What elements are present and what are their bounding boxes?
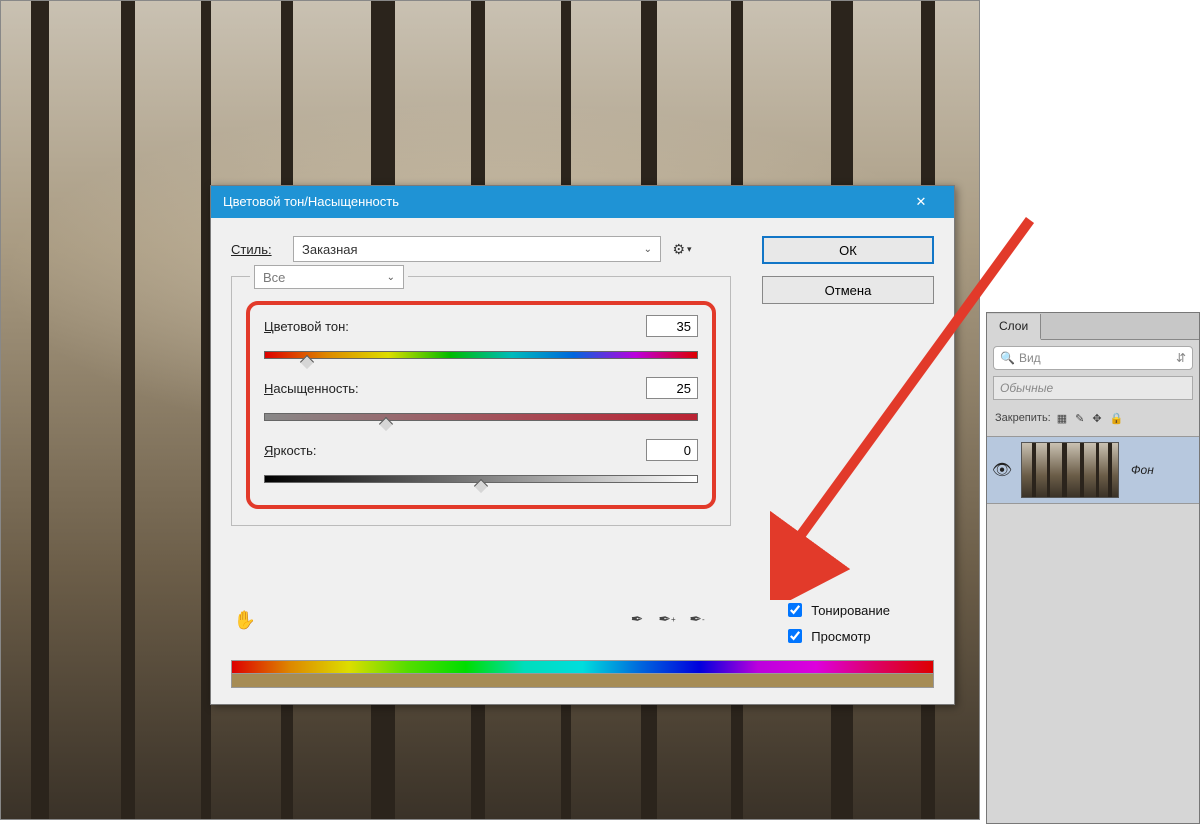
lock-position-icon[interactable]: ✥ [1092,412,1101,425]
search-icon: 🔍 [1000,351,1015,365]
close-button[interactable]: ✕ [900,186,942,218]
layers-panel-tabs: Слои [987,313,1199,340]
layers-tab[interactable]: Слои [987,314,1041,340]
saturation-label: Насыщенность: [264,381,359,396]
eye-icon: 👁 [992,462,1012,479]
dialog-body: Стиль: Заказная ⌄ ⚙▾ ОК Отмена Все ⌄ [211,218,954,704]
lightness-label: Яркость: [264,443,317,458]
preset-label: Стиль: [231,242,281,257]
sliders-fieldset: Все ⌄ ЦЦветовой тон:ветовой тон: [231,276,731,526]
saturation-track [264,413,698,421]
saturation-slider[interactable] [264,407,698,425]
targeted-adjustment-tool[interactable]: ✋ [231,606,259,634]
edit-channel-select[interactable]: Все ⌄ [254,265,404,289]
hand-icon: ✋ [234,610,256,631]
search-placeholder: Вид [1019,351,1172,365]
highlighted-region: ЦЦветовой тон:ветовой тон: Насыщенность: [246,301,716,509]
colorize-label: Тонирование [811,603,890,618]
lightness-input[interactable] [646,439,698,461]
preset-value: Заказная [302,242,358,257]
hue-slider-row: ЦЦветовой тон:ветовой тон: [264,315,698,363]
lock-transparency-icon[interactable]: ▦ [1057,412,1067,425]
lock-row: Закрепить: ▦ ✎ ✥ 🔒 [993,406,1193,430]
saturation-input[interactable] [646,377,698,399]
preview-label: Просмотр [811,629,870,644]
dialog-titlebar[interactable]: Цветовой тон/Насыщенность ✕ [211,186,954,218]
preset-select[interactable]: Заказная ⌄ [293,236,661,262]
lightness-slider-row: Яркость: [264,439,698,487]
layer-row[interactable]: 👁 Фон [987,436,1199,504]
lightness-slider[interactable] [264,469,698,487]
blend-mode-select[interactable]: Обычные [993,376,1193,400]
close-icon: ✕ [916,186,927,218]
input-spectrum-bar [231,660,934,674]
edit-channel-value: Все [263,270,285,285]
ok-button[interactable]: ОК [762,236,934,264]
hue-saturation-dialog: Цветовой тон/Насыщенность ✕ Стиль: Заказ… [210,185,955,705]
layers-panel: Слои 🔍 Вид ⇵ Обычные Закрепить: ▦ ✎ ✥ 🔒 … [986,312,1200,824]
eyedropper-subtract-tool[interactable]: ✒- [686,608,708,630]
layer-name: Фон [1123,463,1154,477]
hue-slider[interactable] [264,345,698,363]
search-arrow-icon: ⇵ [1176,351,1186,365]
output-spectrum-bar [231,674,934,688]
preview-checkbox[interactable] [788,629,802,643]
hue-track [264,351,698,359]
chevron-down-icon: ⌄ [644,244,652,255]
dialog-title-text: Цветовой тон/Насыщенность [223,186,399,218]
hue-input[interactable] [646,315,698,337]
lock-image-icon[interactable]: ✎ [1075,412,1084,425]
cancel-button[interactable]: Отмена [762,276,934,304]
layer-filter-search[interactable]: 🔍 Вид ⇵ [993,346,1193,370]
colorize-checkbox-row[interactable]: Тонирование [784,600,890,620]
preset-options-button[interactable]: ⚙▾ [673,240,691,258]
saturation-slider-row: Насыщенность: [264,377,698,425]
gear-icon: ⚙ [672,241,685,258]
lock-label: Закрепить: [995,412,1051,424]
gear-arrow-icon: ▾ [687,244,692,255]
layer-thumbnail[interactable] [1021,442,1119,498]
colorize-checkbox[interactable] [788,603,802,617]
eyedropper-add-tool[interactable]: ✒+ [656,608,678,630]
chevron-down-icon: ⌄ [387,272,395,283]
color-range-bars [231,660,934,690]
blend-mode-value: Обычные [1000,381,1053,395]
hue-label: ЦЦветовой тон:ветовой тон: [264,319,349,334]
eyedropper-tool[interactable]: ✒ [626,608,648,630]
layer-visibility-toggle[interactable]: 👁 [987,460,1017,480]
preview-checkbox-row[interactable]: Просмотр [784,626,890,646]
lock-all-icon[interactable]: 🔒 [1110,412,1124,425]
